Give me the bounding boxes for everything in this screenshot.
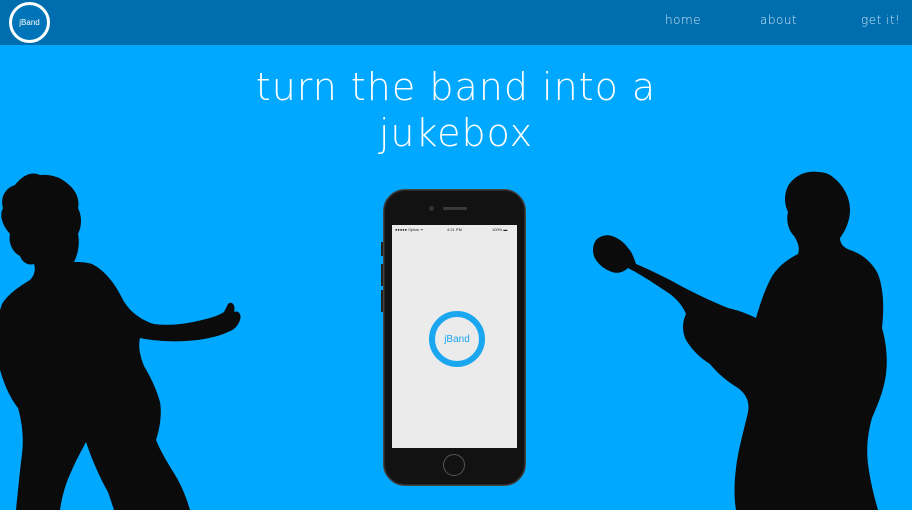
phone-volume-up: [381, 264, 383, 286]
phone-speaker: [443, 207, 467, 210]
phone-screen: ●●●●● Optus ᯤ 4:21 PM 100% ▬ jBand: [392, 225, 517, 448]
phone-volume-down: [381, 290, 383, 312]
app-logo[interactable]: jBand: [429, 311, 485, 367]
phone-camera: [429, 206, 434, 211]
brand-logo[interactable]: jBand: [9, 2, 50, 43]
brand-logo-text: jBand: [19, 18, 40, 27]
landing-page: jBand home about get it! turn the band i…: [0, 0, 912, 510]
status-battery: 100% ▬: [492, 227, 508, 232]
headline-line-1: turn the band into a: [255, 65, 657, 109]
phone-status-bar: ●●●●● Optus ᯤ 4:21 PM 100% ▬: [392, 225, 517, 234]
phone-mute-switch: [381, 242, 383, 256]
headline-line-2: jukebox: [378, 111, 534, 155]
phone-home-button[interactable]: [443, 454, 465, 476]
status-time: 4:21 PM: [447, 227, 462, 232]
hero-headline: turn the band into a jukebox: [0, 64, 912, 156]
nav-link-get-it[interactable]: get it!: [861, 13, 900, 27]
phone-mockup: ●●●●● Optus ᯤ 4:21 PM 100% ▬ jBand: [381, 189, 526, 486]
guitarist-silhouette-right: [593, 171, 887, 510]
nav-link-home[interactable]: home: [665, 13, 701, 27]
app-logo-text: jBand: [444, 333, 470, 345]
nav-link-about[interactable]: about: [760, 13, 797, 27]
status-carrier: ●●●●● Optus ᯤ: [395, 227, 424, 232]
dancer-silhouette-left: [0, 173, 241, 510]
navbar: jBand home about get it!: [0, 0, 912, 45]
